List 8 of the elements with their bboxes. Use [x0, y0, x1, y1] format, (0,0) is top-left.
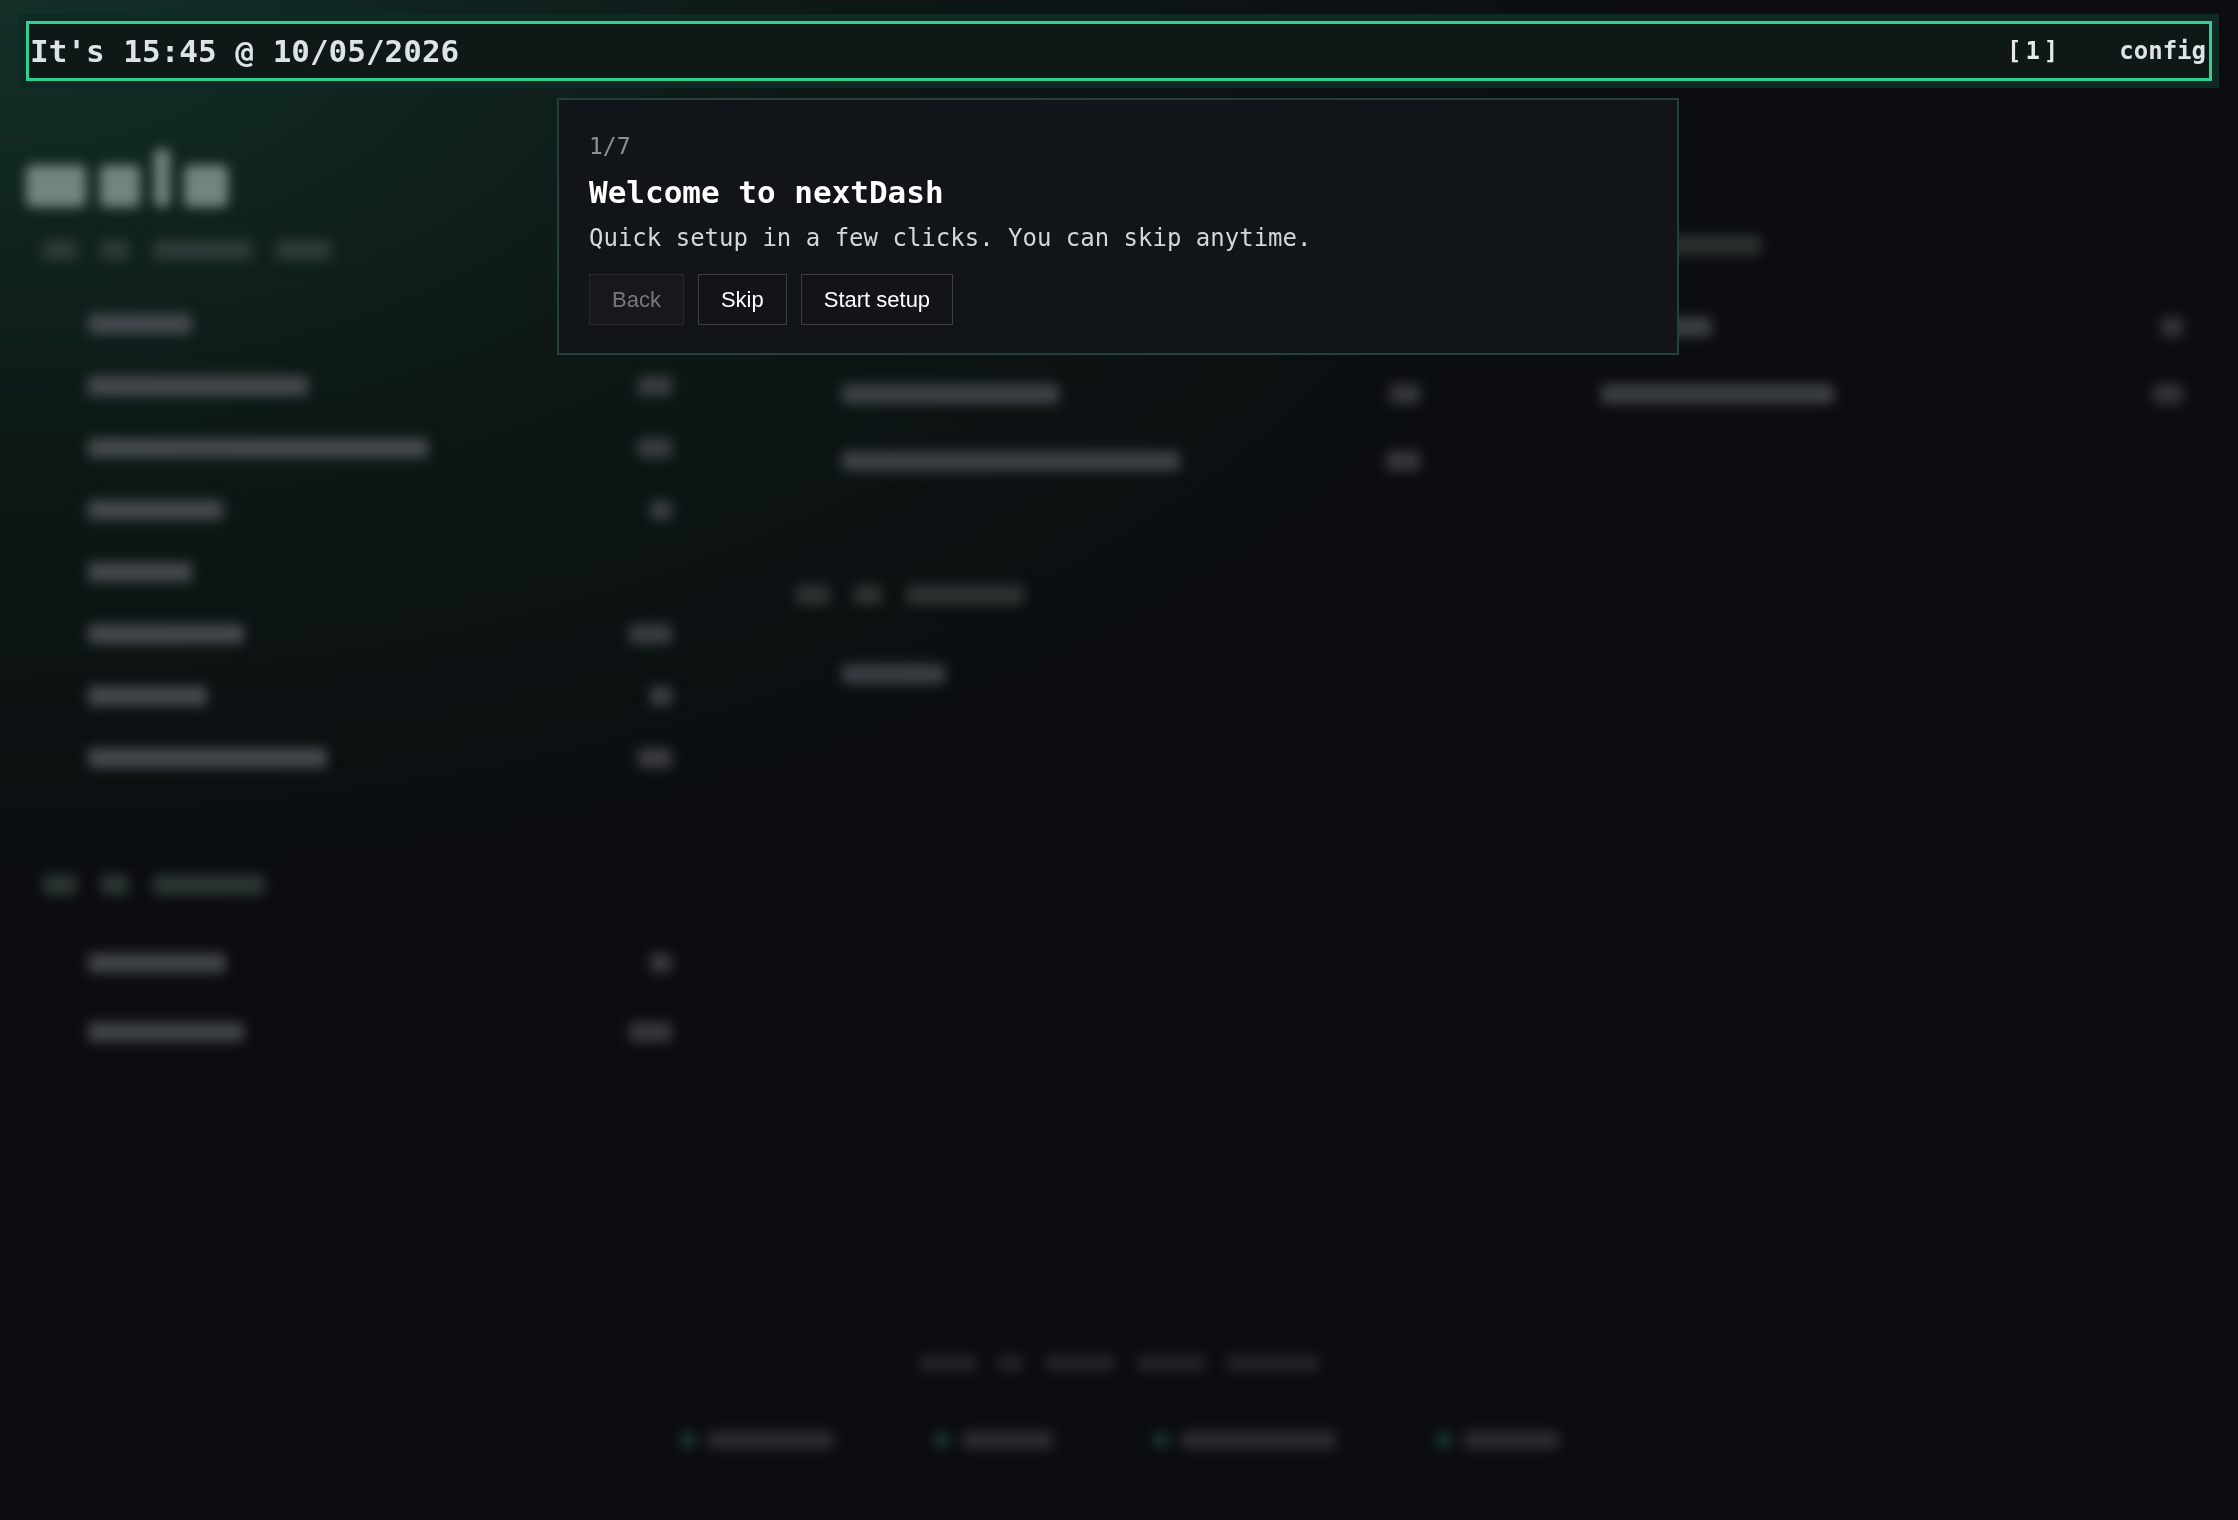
- dialog-message: Quick setup in a few clicks. You can skip anytime.: [589, 223, 1312, 254]
- date-time: It's 15:45 @ 10/05/2026: [29, 31, 460, 71]
- config-link[interactable]: config: [2119, 33, 2206, 69]
- step-counter: 1/7: [589, 132, 631, 161]
- start-setup-button[interactable]: Start setup: [800, 274, 954, 325]
- workspace-indicator: [1]: [2006, 36, 2063, 67]
- dialog-title: Welcome to nextDash: [589, 173, 944, 212]
- skip-button[interactable]: Skip: [697, 274, 787, 325]
